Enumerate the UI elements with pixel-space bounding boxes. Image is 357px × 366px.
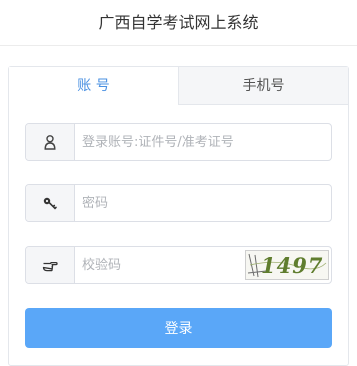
account-input[interactable] — [82, 124, 312, 160]
password-input[interactable] — [82, 185, 312, 221]
captcha-field: 1497 — [25, 246, 332, 284]
login-button[interactable]: 登录 — [25, 308, 332, 348]
header: 广西自学考试网上系统 — [0, 0, 357, 46]
tab-account[interactable]: 账 号 — [9, 67, 178, 105]
password-field — [25, 184, 332, 222]
page-title: 广西自学考试网上系统 — [98, 13, 259, 32]
login-panel: 账 号 手机号 登录账号:证件号/准考证号 校验码 1497 登录 — [8, 66, 349, 366]
pointing-hand-icon — [26, 247, 75, 283]
captcha-image[interactable]: 1497 — [245, 250, 329, 280]
captcha-input[interactable] — [82, 247, 232, 283]
login-tabs: 账 号 手机号 — [9, 67, 348, 105]
captcha-text: 1497 — [261, 253, 323, 278]
account-field — [25, 123, 332, 161]
user-icon — [26, 124, 75, 160]
key-icon — [26, 185, 75, 221]
tab-phone[interactable]: 手机号 — [178, 67, 348, 105]
